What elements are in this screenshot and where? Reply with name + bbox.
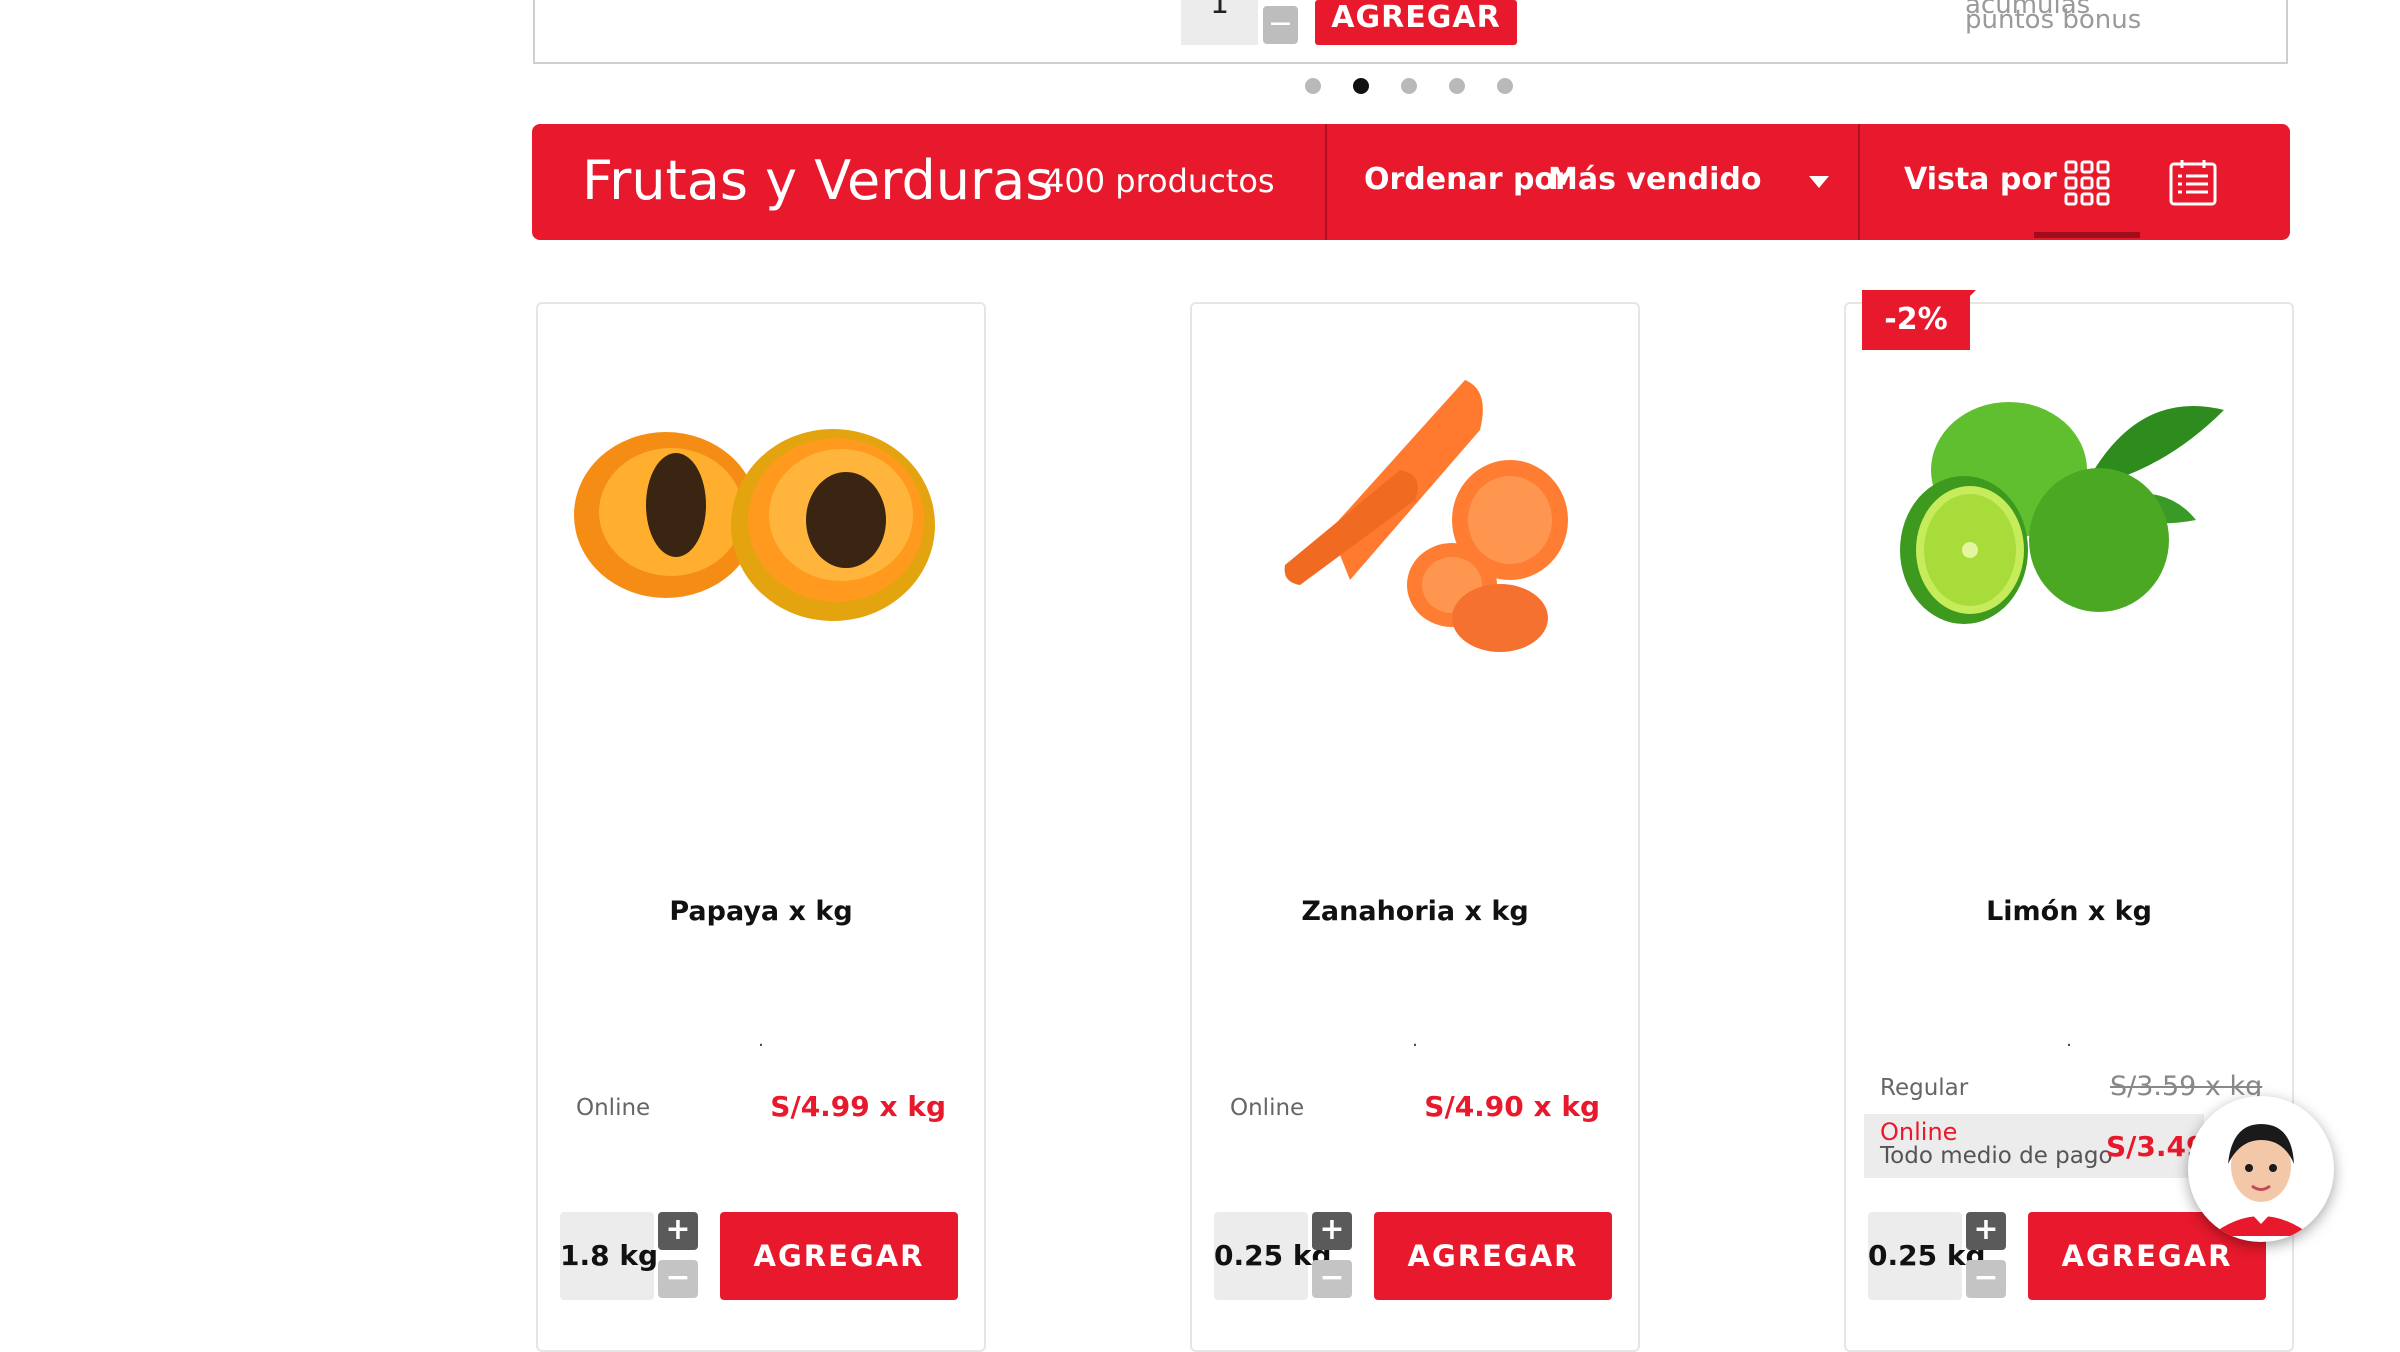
product-count: 400 productos <box>1044 162 1275 200</box>
online-price-label: Online <box>1880 1118 1958 1146</box>
carousel-pagination <box>1305 78 1513 94</box>
carousel-dot-active[interactable] <box>1353 78 1369 94</box>
payment-method-note: Todo medio de pago <box>1880 1143 2113 1169</box>
chevron-down-icon[interactable] <box>1809 176 1829 188</box>
carousel-qty-field[interactable]: 1 <box>1181 0 1258 45</box>
increase-qty-button[interactable]: + <box>1312 1212 1352 1250</box>
discount-badge: -2% <box>1862 290 1970 350</box>
product-name[interactable]: Limón x kg <box>1844 896 2294 927</box>
carousel-minus-button[interactable]: − <box>1263 6 1298 44</box>
online-price-label: Online <box>1230 1095 1305 1121</box>
product-price: S/4.99 x kg <box>770 1090 946 1123</box>
category-title: Frutas y Verduras <box>582 149 1054 212</box>
decrease-qty-button[interactable]: − <box>658 1260 698 1298</box>
product-price: S/4.90 x kg <box>1424 1090 1600 1123</box>
regular-price: S/3.59 x kg <box>2110 1071 2263 1102</box>
increase-qty-button[interactable]: + <box>658 1212 698 1250</box>
product-image-limon[interactable] <box>1844 350 2294 670</box>
grid-view-icon[interactable] <box>2064 160 2110 206</box>
online-price-label: Online <box>576 1095 651 1121</box>
decrease-qty-button[interactable]: − <box>1312 1260 1352 1298</box>
sort-dropdown[interactable]: Más vendido <box>1548 162 1762 197</box>
increase-qty-button[interactable]: + <box>1966 1212 2006 1250</box>
carousel-dot[interactable] <box>1305 78 1321 94</box>
divider <box>1325 124 1327 240</box>
product-name[interactable]: Zanahoria x kg <box>1190 896 1640 927</box>
divider <box>1858 124 1860 240</box>
regular-price-label: Regular <box>1880 1075 1969 1101</box>
product-separator: . <box>758 1030 764 1051</box>
carousel-dot[interactable] <box>1401 78 1417 94</box>
carousel-add-button[interactable]: AGREGAR <box>1315 0 1517 45</box>
product-separator: . <box>2066 1030 2072 1051</box>
carousel-bonus-line2: puntos bonus <box>1965 5 2142 35</box>
carousel-dot[interactable] <box>1497 78 1513 94</box>
quantity-field[interactable]: 0.25 kg <box>1868 1212 1986 1300</box>
quantity-field[interactable]: 1.8 kg <box>560 1212 658 1300</box>
chat-assistant-avatar-icon[interactable] <box>2188 1096 2334 1242</box>
decrease-qty-button[interactable]: − <box>1966 1260 2006 1298</box>
product-image-zanahoria[interactable] <box>1190 350 1640 670</box>
badge-fold <box>1966 290 1976 300</box>
view-label: Vista por <box>1904 162 2057 197</box>
active-view-indicator <box>2034 232 2140 238</box>
quantity-field[interactable]: 0.25 kg <box>1214 1212 1332 1300</box>
add-to-cart-button[interactable]: AGREGAR <box>720 1212 958 1300</box>
carousel-dot[interactable] <box>1449 78 1465 94</box>
product-separator: . <box>1412 1030 1418 1051</box>
product-name[interactable]: Papaya x kg <box>536 896 986 927</box>
category-header-bar: Frutas y Verduras 400 productos Ordenar … <box>532 124 2290 240</box>
add-to-cart-button[interactable]: AGREGAR <box>1374 1212 1612 1300</box>
product-image-papaya[interactable] <box>536 350 986 670</box>
sort-label: Ordenar por <box>1364 162 1570 197</box>
list-view-icon[interactable] <box>2168 158 2218 208</box>
